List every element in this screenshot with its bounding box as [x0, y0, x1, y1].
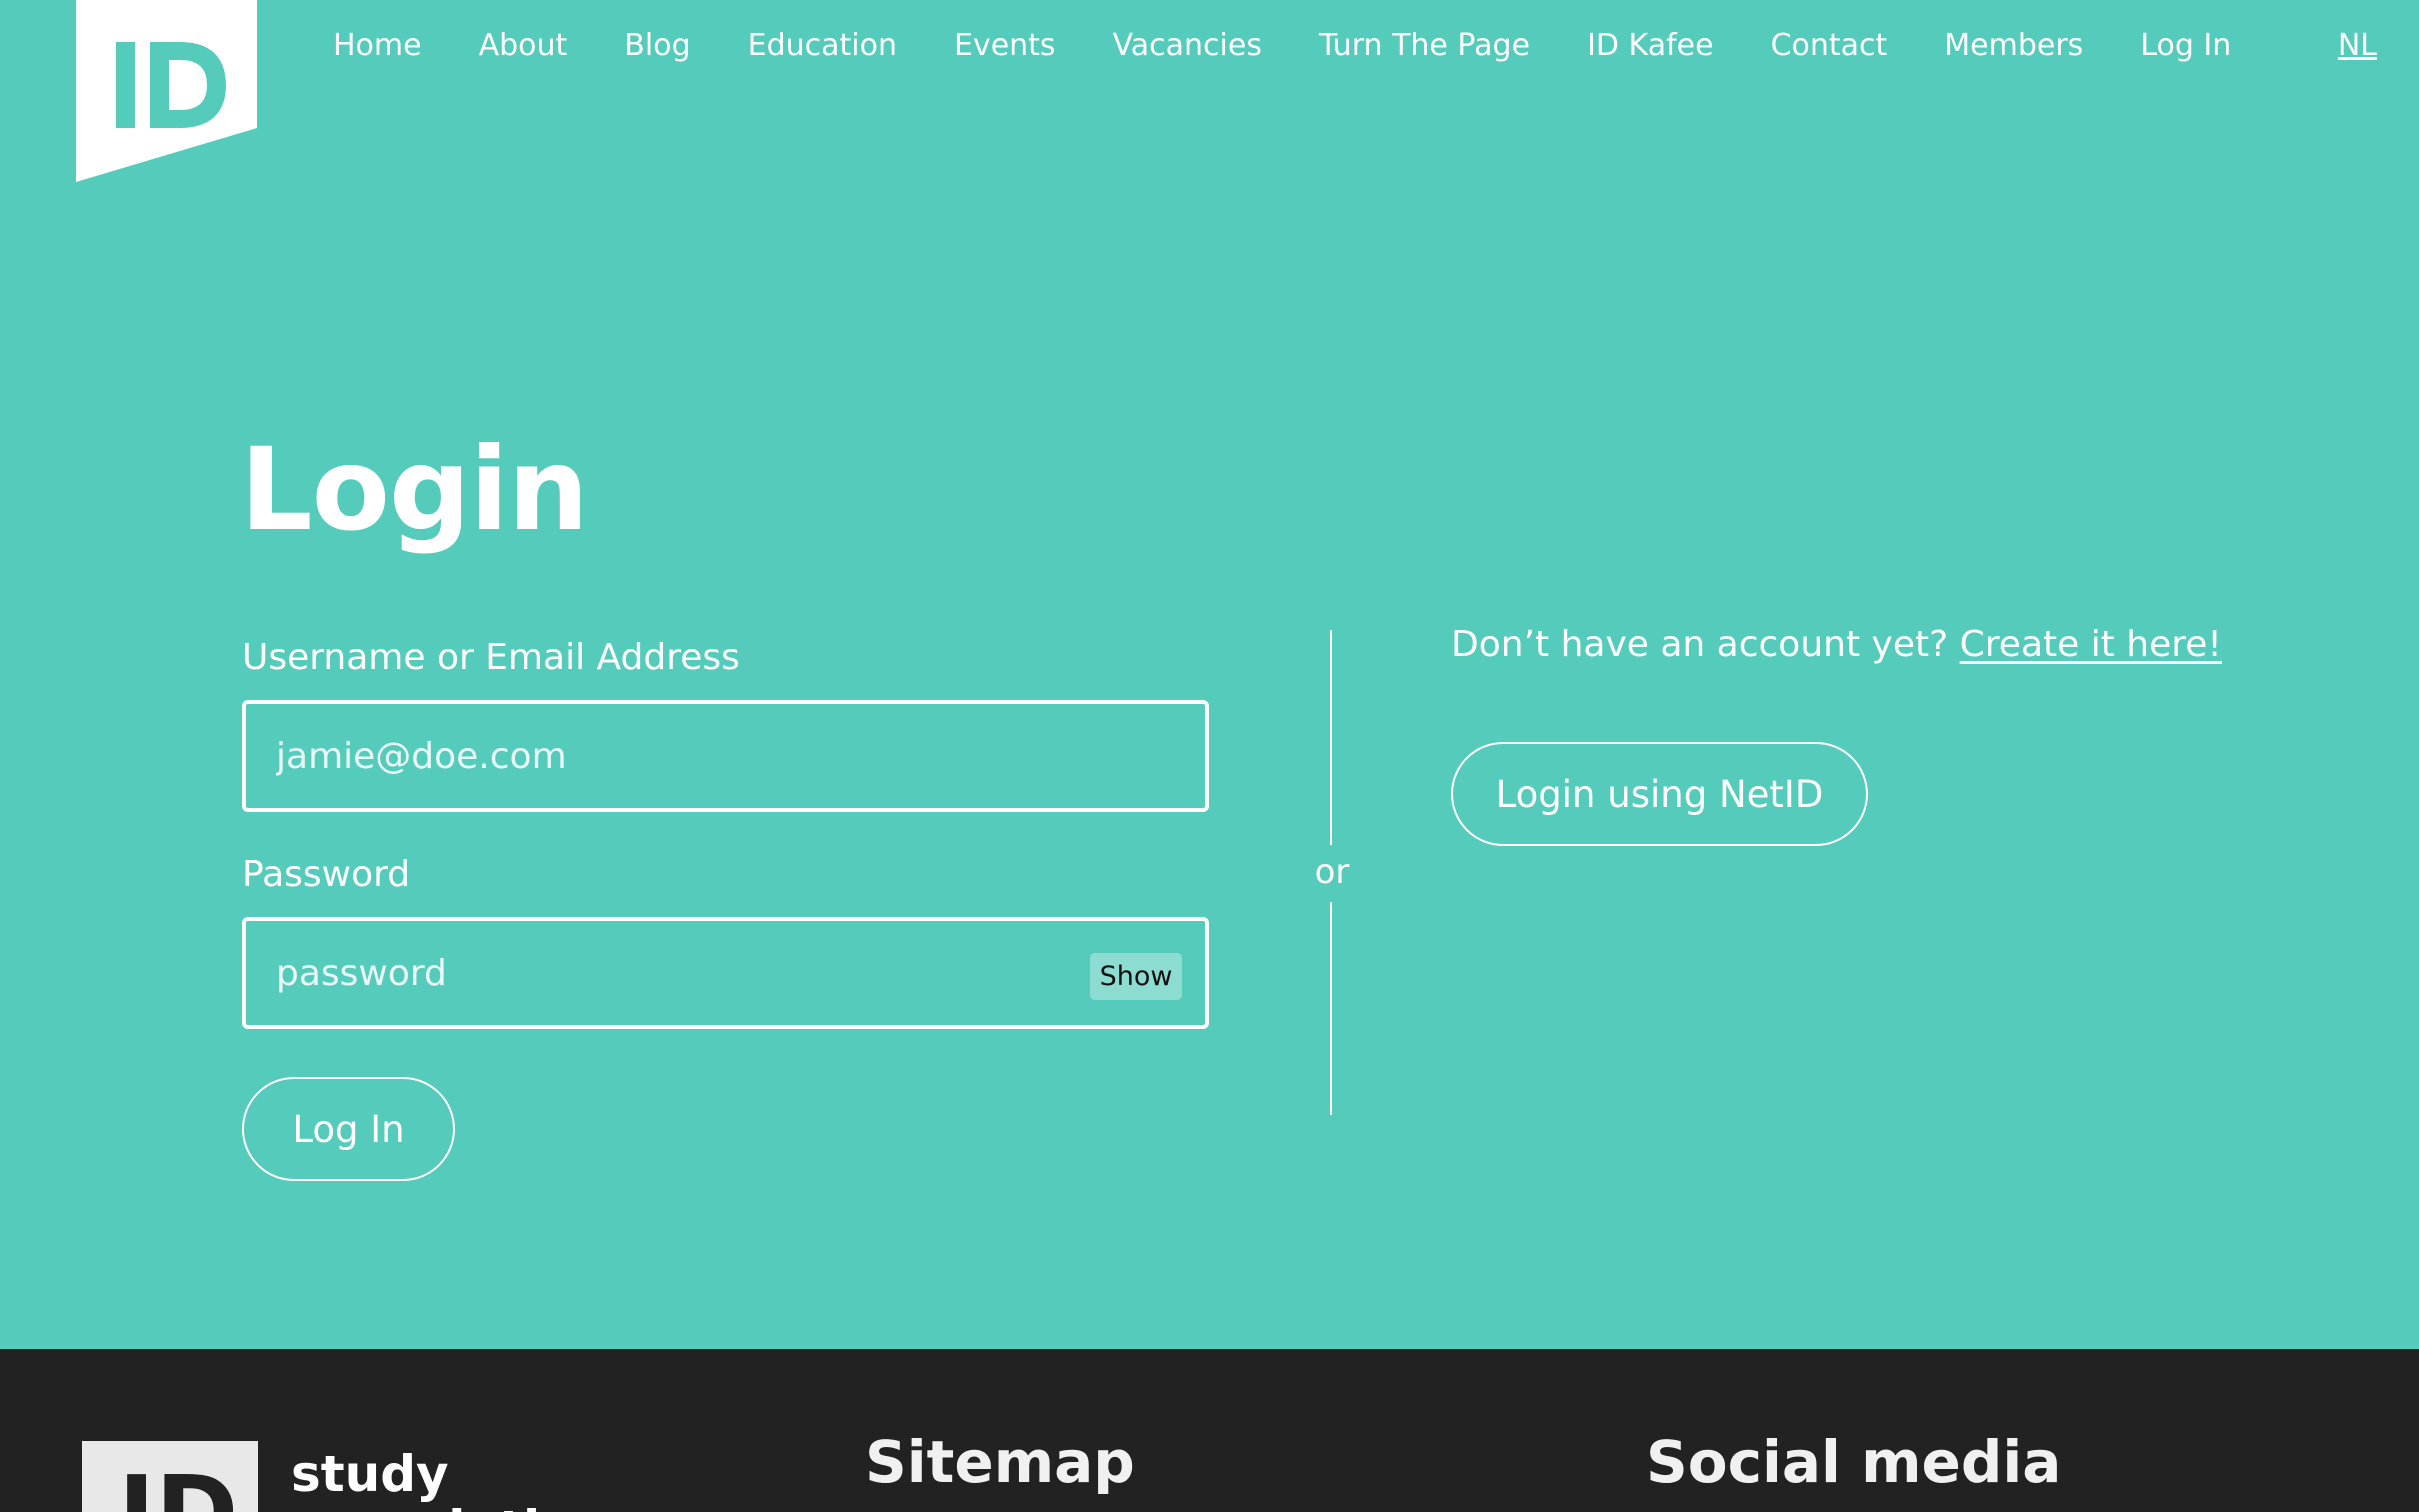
nav-blog[interactable]: Blog [624, 22, 690, 70]
netid-login-button[interactable]: Login using NetID [1451, 742, 1868, 846]
social-media-heading: Social media [1646, 1428, 2062, 1496]
nav-education[interactable]: Education [748, 22, 897, 70]
password-input[interactable] [242, 917, 1209, 1029]
username-input[interactable] [242, 700, 1209, 812]
show-password-button[interactable]: Show [1090, 953, 1182, 1000]
signup-prompt: Don’t have an account yet? Create it her… [1451, 620, 2222, 670]
footer-logo[interactable]: ID [82, 1441, 258, 1512]
language-switch[interactable]: NL [2338, 22, 2377, 70]
nav-id-kafee[interactable]: ID Kafee [1587, 22, 1714, 70]
sitemap-heading: Sitemap [865, 1428, 1135, 1496]
page-title: Login [240, 423, 589, 556]
nav-about[interactable]: About [479, 22, 568, 70]
nav-log-in[interactable]: Log In [2140, 22, 2231, 70]
password-label: Password [242, 854, 411, 895]
username-label: Username or Email Address [242, 637, 740, 678]
footer-logo-text: ID [118, 1463, 238, 1512]
nav-home[interactable]: Home [333, 22, 422, 70]
footer: ID study association Sitemap Social medi… [0, 1349, 2419, 1512]
logo[interactable] [76, 0, 257, 182]
nav-turn-the-page[interactable]: Turn The Page [1319, 22, 1530, 70]
divider-or: or [1314, 852, 1350, 892]
main-nav: Home About Blog Education Events Vacanci… [333, 22, 2288, 70]
id-logo-icon [76, 0, 257, 182]
footer-brand-line1: study [291, 1445, 449, 1503]
nav-vacancies[interactable]: Vacancies [1113, 22, 1262, 70]
nav-members[interactable]: Members [1944, 22, 2083, 70]
log-in-button[interactable]: Log In [242, 1077, 455, 1181]
divider-line-top [1330, 630, 1332, 845]
signup-prompt-text: Don’t have an account yet? [1451, 624, 1949, 665]
footer-brand-line2: association [291, 1499, 610, 1512]
divider-line-bottom [1330, 902, 1332, 1115]
nav-contact[interactable]: Contact [1771, 22, 1888, 70]
create-account-link[interactable]: Create it here! [1960, 624, 2222, 665]
nav-events[interactable]: Events [954, 22, 1056, 70]
